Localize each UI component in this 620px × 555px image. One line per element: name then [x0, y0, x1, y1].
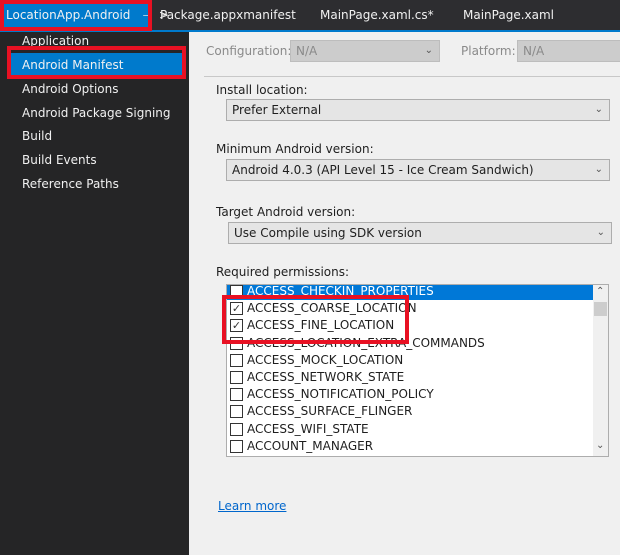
platform-value: N/A	[523, 44, 545, 58]
checkbox[interactable]	[230, 405, 243, 419]
permissions-label: Required permissions:	[216, 265, 350, 279]
scrollbar[interactable]: ⌃ ⌄	[593, 285, 608, 456]
min-version-value: Android 4.0.3 (API Level 15 - Ice Cream …	[232, 163, 534, 177]
sidebar-item-label: Reference Paths	[22, 177, 119, 191]
checkbox[interactable]	[230, 422, 243, 436]
scroll-down-icon[interactable]: ⌄	[596, 440, 604, 451]
configuration-label: Configuration:	[206, 44, 292, 58]
tab-label: Package.appxmanifest	[160, 8, 296, 22]
permission-name: ACCESS_WIFI_STATE	[247, 421, 369, 436]
sidebar-item-label: Android Manifest	[22, 58, 124, 72]
min-version-label: Minimum Android version:	[216, 142, 374, 156]
configuration-dropdown: N/A ⌄	[290, 40, 440, 62]
sidebar-item-build-events[interactable]: Build Events	[8, 148, 184, 172]
target-version-value: Use Compile using SDK version	[234, 226, 422, 240]
install-location-label: Install location:	[216, 83, 308, 97]
pin-icon[interactable]: ⊣	[142, 11, 151, 22]
permission-row[interactable]: ✓ ACCESS_COARSE_LOCATION	[227, 300, 593, 317]
configuration-value: N/A	[296, 44, 318, 58]
permission-name: ACCESS_NETWORK_STATE	[247, 370, 405, 384]
permission-row[interactable]: ACCESS_CHECKIN_PROPERTIES	[227, 284, 593, 300]
permission-row[interactable]: ACCESS_MOCK_LOCATION	[227, 352, 593, 369]
install-location-value: Prefer External	[232, 103, 322, 117]
permission-name: ACCESS_CHECKIN_PROPERTIES	[247, 284, 434, 298]
sidebar-item-label: Application	[22, 34, 90, 48]
sidebar-item-label: Android Options	[22, 82, 119, 96]
permission-name: ACCESS_FINE_LOCATION	[247, 318, 395, 333]
tab-mainpage-xaml[interactable]: MainPage.xaml	[463, 0, 554, 30]
permission-row[interactable]: ACCESS_LOCATION_EXTRA_COMMANDS	[227, 335, 593, 352]
permission-row[interactable]: ACCESS_NETWORK_STATE	[227, 369, 593, 386]
sidebar-item-android-package-signing[interactable]: Android Package Signing	[8, 101, 184, 125]
checkbox-checked[interactable]: ✓	[230, 319, 243, 333]
tab-label: MainPage.xaml	[463, 8, 554, 22]
permission-row[interactable]: ACCESS_NOTIFICATION_POLICY	[227, 386, 593, 403]
sidebar-item-label: Build Events	[22, 153, 97, 167]
target-version-label: Target Android version:	[216, 205, 356, 219]
chevron-down-icon: ⌄	[594, 104, 603, 115]
chevron-down-icon: ⌄	[596, 227, 605, 238]
divider	[204, 76, 620, 77]
permissions-list[interactable]: ACCESS_CHECKIN_PROPERTIES ✓ ACCESS_COARSE_…	[226, 284, 609, 457]
checkbox[interactable]	[230, 336, 243, 350]
sidebar-item-build[interactable]: Build	[8, 124, 184, 148]
scrollbar-thumb[interactable]	[594, 302, 607, 316]
tab-label: LocationApp.Android	[6, 8, 131, 22]
permission-row[interactable]: ACCOUNT_MANAGER	[227, 438, 593, 455]
sidebar-item-label: Android Package Signing	[22, 106, 171, 120]
sidebar-item-label: Build	[22, 129, 53, 143]
scroll-up-icon[interactable]: ⌃	[596, 286, 604, 297]
tab-locationapp-android[interactable]: LocationApp.Android ⊣ >	[0, 0, 169, 30]
tab-label: MainPage.xaml.cs*	[320, 8, 434, 22]
chevron-down-icon: ⌄	[594, 164, 603, 175]
permission-row[interactable]: ACCESS_SURFACE_FLINGER	[227, 403, 593, 420]
checkbox[interactable]	[230, 353, 243, 367]
sidebar-item-reference-paths[interactable]: Reference Paths	[8, 172, 184, 196]
checkbox[interactable]	[230, 388, 243, 402]
target-version-dropdown[interactable]: Use Compile using SDK version ⌄	[228, 222, 612, 244]
install-location-dropdown[interactable]: Prefer External ⌄	[226, 99, 610, 121]
sidebar-item-android-options[interactable]: Android Options	[8, 77, 184, 101]
learn-more-link[interactable]: Learn more	[218, 499, 286, 513]
permission-row[interactable]: ACCESS_WIFI_STATE	[227, 421, 593, 438]
checkbox[interactable]	[230, 371, 243, 384]
sidebar: Application Android Manifest Android Opt…	[0, 32, 189, 555]
tab-package-appxmanifest[interactable]: Package.appxmanifest	[160, 0, 296, 30]
permission-name: ACCESS_MOCK_LOCATION	[247, 352, 404, 367]
permission-name: ACCESS_NOTIFICATION_POLICY	[247, 387, 434, 402]
min-version-dropdown[interactable]: Android 4.0.3 (API Level 15 - Ice Cream …	[226, 159, 610, 181]
checkbox[interactable]	[230, 285, 243, 298]
document-tab-bar: LocationApp.Android ⊣ > Package.appxmani…	[0, 0, 620, 32]
platform-label: Platform:	[461, 44, 516, 58]
permission-name: ACCESS_LOCATION_EXTRA_COMMANDS	[247, 335, 485, 350]
sidebar-item-android-manifest[interactable]: Android Manifest	[8, 53, 184, 77]
checkbox[interactable]	[230, 439, 243, 453]
tab-mainpage-xaml-cs[interactable]: MainPage.xaml.cs*	[320, 0, 434, 30]
chevron-down-icon: ⌄	[424, 45, 433, 56]
checkbox-checked[interactable]: ✓	[230, 302, 243, 316]
permission-name: ACCOUNT_MANAGER	[247, 438, 374, 453]
permission-row[interactable]: ✓ ACCESS_FINE_LOCATION	[227, 317, 593, 334]
platform-dropdown: N/A	[517, 40, 620, 62]
permission-name: ACCESS_COARSE_LOCATION	[247, 301, 417, 316]
permission-name: ACCESS_SURFACE_FLINGER	[247, 404, 413, 419]
sidebar-item-application[interactable]: Application	[8, 29, 184, 53]
